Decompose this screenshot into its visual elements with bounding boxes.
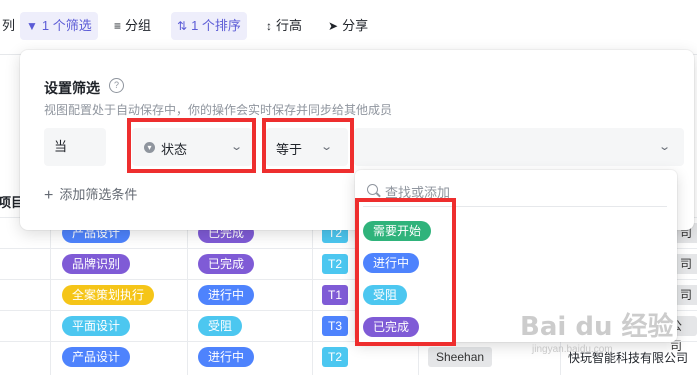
sort-button[interactable]: ⇅ 1 个排序	[171, 12, 247, 40]
share-button[interactable]: ➤ 分享	[322, 12, 374, 40]
toolbar-item-columns[interactable]: 列	[0, 12, 21, 40]
chevron-down-icon: ⌄	[658, 141, 672, 153]
search-icon	[367, 184, 378, 195]
project-tag: 平面设计	[62, 316, 131, 336]
filter-icon: ▼	[26, 19, 38, 33]
tier-tag: T3	[322, 316, 349, 336]
project-tag: 全案策划执行	[62, 285, 155, 305]
row-height-icon: ↕	[266, 19, 272, 33]
status-tag: 进行中	[198, 347, 255, 367]
status-tag: 进行中	[198, 285, 255, 305]
status-tag: 受阻	[198, 316, 243, 336]
sort-icon: ⇅	[177, 19, 188, 33]
panel-description: 视图配置处于自动保存中，你的操作会实时保存并同步给其他成员	[44, 103, 393, 117]
view-toolbar: 列 ▼ 1 个筛选 ≡ 分组 ⇅ 1 个排序 ↕ 行高 ➤ 分享	[0, 0, 697, 55]
annotation-box-options	[355, 198, 456, 346]
project-tag: 品牌识别	[62, 254, 131, 274]
share-icon: ➤	[328, 19, 339, 33]
filter-button[interactable]: ▼ 1 个筛选	[20, 12, 98, 40]
row-height-button[interactable]: ↕ 行高	[260, 12, 308, 40]
tier-tag: T1	[322, 285, 349, 305]
tier-tag: T2	[322, 254, 349, 274]
panel-title: 设置筛选	[44, 80, 100, 96]
add-filter-condition-button[interactable]: + 添加筛选条件	[44, 184, 137, 205]
plus-icon: +	[44, 187, 54, 204]
condition-prefix: 当	[44, 128, 106, 166]
group-button[interactable]: ≡ 分组	[108, 12, 157, 40]
owner-cell: Sheehan	[428, 347, 493, 367]
value-select[interactable]: ⌄	[354, 128, 684, 166]
annotation-box-operator	[262, 118, 354, 173]
tier-tag: T2	[322, 347, 349, 367]
status-tag: 已完成	[198, 254, 255, 274]
annotation-box-field	[127, 118, 256, 173]
project-tag: 产品设计	[62, 347, 131, 367]
group-icon: ≡	[114, 19, 122, 33]
baidu-watermark: Bai du 经验 jingyan.baidu.com	[520, 312, 674, 355]
help-icon[interactable]: ?	[109, 78, 124, 93]
